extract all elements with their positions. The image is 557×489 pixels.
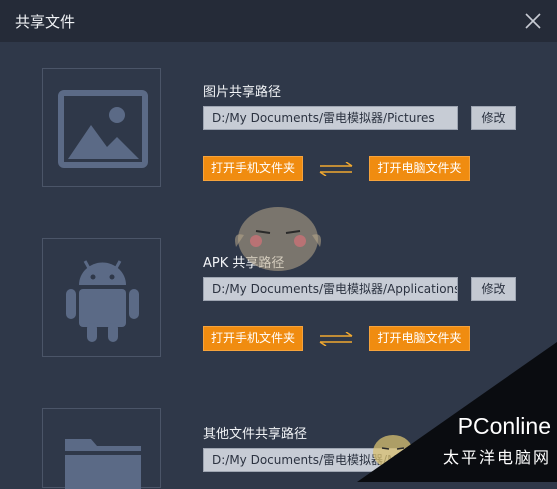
picture-icon-box — [42, 68, 161, 187]
apk-modify-button[interactable]: 修改 — [471, 277, 516, 301]
close-button[interactable] — [523, 11, 543, 31]
pictures-path-input[interactable]: D:/My Documents/雷电模拟器/Pictures — [203, 106, 458, 130]
android-icon — [66, 260, 139, 342]
mascot-watermark-icon — [235, 207, 321, 271]
apk-path-input[interactable]: D:/My Documents/雷电模拟器/Applications — [203, 277, 458, 301]
pictures-open-pc-folder-button[interactable]: 打开电脑文件夹 — [369, 156, 470, 181]
pconline-tagline: 太平洋电脑网 — [442, 448, 551, 467]
android-icon-box — [42, 238, 161, 357]
other-path-title: 其他文件共享路径 — [203, 427, 308, 442]
close-icon — [525, 13, 541, 29]
title-bar: 共享文件 — [0, 0, 557, 42]
pictures-open-phone-folder-button[interactable]: 打开手机文件夹 — [203, 156, 303, 181]
pictures-path-title: 图片共享路径 — [203, 85, 282, 100]
window-title: 共享文件 — [15, 13, 76, 31]
folder-icon-box — [42, 408, 161, 489]
apk-open-phone-folder-button[interactable]: 打开手机文件夹 — [203, 326, 303, 351]
pconline-logo: PConline — [457, 413, 551, 439]
picture-icon — [58, 90, 148, 168]
folder-icon — [65, 439, 141, 489]
swap-arrows-icon — [319, 162, 353, 176]
pictures-modify-button[interactable]: 修改 — [471, 106, 516, 130]
swap-arrows-icon — [319, 332, 353, 346]
